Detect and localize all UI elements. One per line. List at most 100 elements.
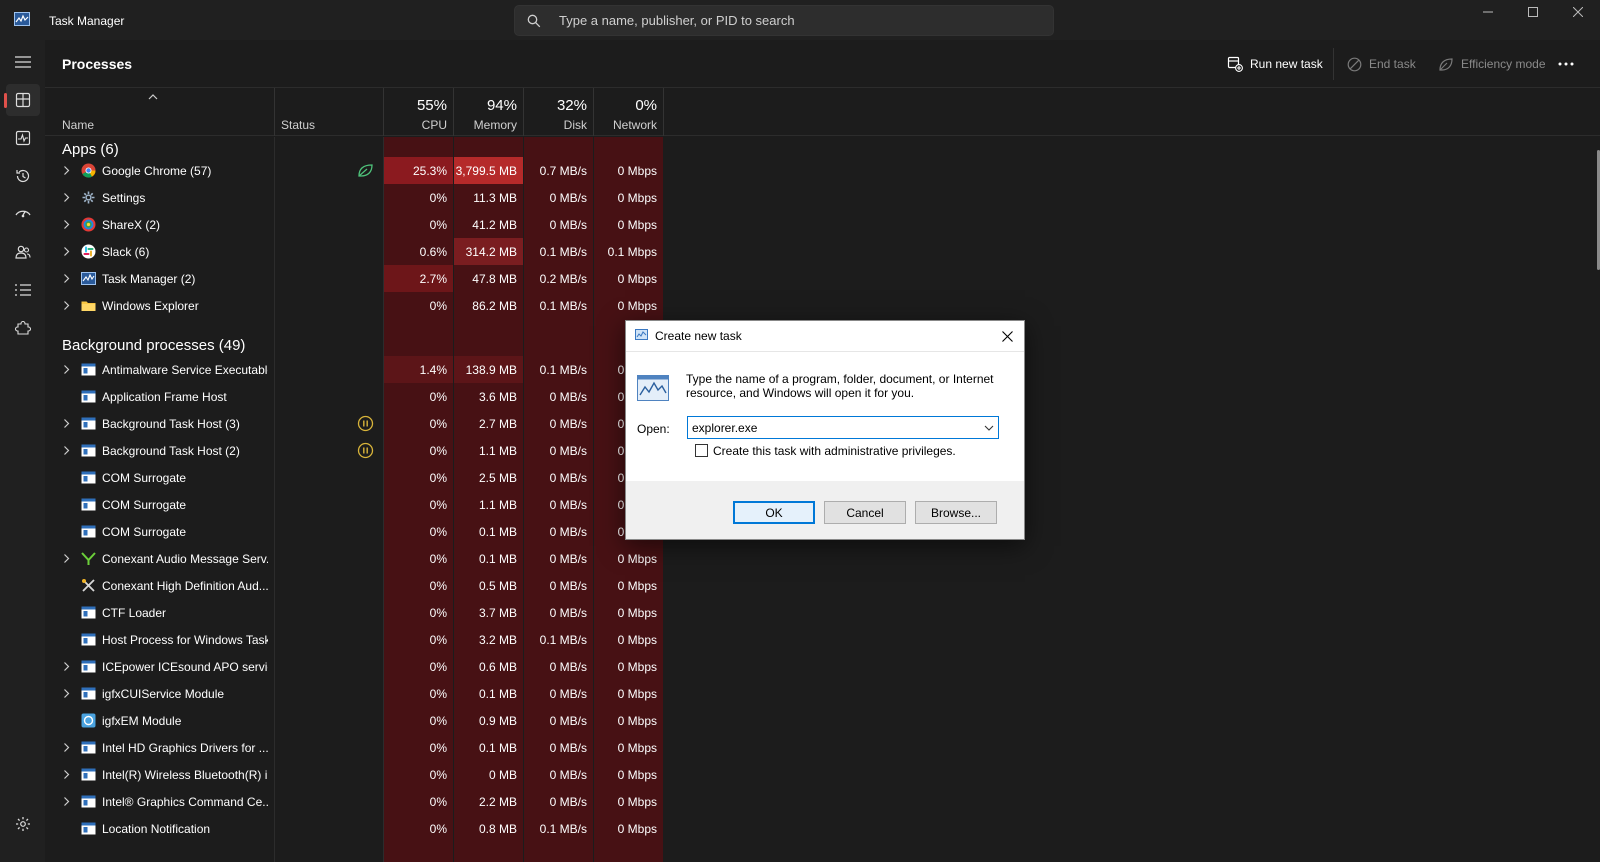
process-row[interactable]: ShareX (2) 0% 41.2 MB 0 MB/s 0 Mbps xyxy=(45,211,662,238)
process-row[interactable]: Conexant High Definition Aud... 0% 0.5 MB 0… xyxy=(45,572,662,599)
column-header-disk[interactable]: 32% Disk xyxy=(524,88,593,136)
cpu-total-percent: 55% xyxy=(416,97,447,114)
open-combobox[interactable] xyxy=(687,416,999,439)
close-button[interactable] xyxy=(1555,2,1600,22)
column-header-memory[interactable]: 94% Memory xyxy=(454,88,523,136)
chevron-right-icon[interactable] xyxy=(62,300,71,311)
chevron-right-icon[interactable] xyxy=(62,192,71,203)
chevron-right-icon[interactable] xyxy=(62,219,71,230)
process-disk: 0.1 MB/s xyxy=(539,633,587,647)
column-header-name[interactable]: Name xyxy=(45,88,274,136)
process-row[interactable]: igfxEM Module 0% 0.9 MB 0 MB/s 0 Mbps xyxy=(45,707,662,734)
process-icon xyxy=(81,417,96,430)
process-row[interactable]: igfxCUIService Module 0% 0.1 MB 0 MB/s 0 Mbp… xyxy=(45,680,662,707)
process-cpu: 25.3% xyxy=(384,157,453,184)
browse-button[interactable]: Browse... xyxy=(915,501,997,524)
chevron-right-icon[interactable] xyxy=(62,769,71,780)
process-network: 0 Mbps xyxy=(617,660,657,674)
process-row[interactable]: Location Notification 0% 0.8 MB 0.1 MB/s 0 M… xyxy=(45,815,662,842)
users-icon xyxy=(15,245,31,259)
process-name: Intel® Graphics Command Ce... xyxy=(102,795,268,809)
process-row[interactable]: Conexant Audio Message Serv... 0% 0.1 MB 0 … xyxy=(45,545,662,572)
nav-details[interactable] xyxy=(6,274,40,306)
chevron-right-icon[interactable] xyxy=(62,742,71,753)
minimize-button[interactable] xyxy=(1465,2,1511,22)
end-task-icon xyxy=(1347,57,1362,71)
column-header-status[interactable]: Status xyxy=(275,88,383,136)
process-name: igfxCUIService Module xyxy=(102,687,225,701)
memory-total-percent: 94% xyxy=(486,97,517,114)
process-row[interactable]: Background Task Host (3) 0% 2.7 MB 0 MB/s 0 … xyxy=(45,410,662,437)
column-header-network[interactable]: 0% Network xyxy=(594,88,663,136)
run-new-task-button[interactable]: Run new task xyxy=(1227,53,1323,75)
process-icon xyxy=(81,822,96,835)
efficiency-mode-button[interactable]: Efficiency mode xyxy=(1438,53,1546,75)
chevron-right-icon[interactable] xyxy=(62,273,71,284)
chevron-right-icon[interactable] xyxy=(62,418,71,429)
process-network: 0.1 Mbps xyxy=(607,245,657,259)
chevron-right-icon[interactable] xyxy=(62,661,71,672)
process-row[interactable]: ICEpower ICEsound APO service 0% 0.6 MB 0 M… xyxy=(45,653,662,680)
admin-privileges-checkbox[interactable] xyxy=(695,444,708,457)
process-disk: 0 MB/s xyxy=(549,579,587,593)
search-input[interactable] xyxy=(559,8,1039,33)
process-cpu: 0% xyxy=(429,741,447,755)
search-box[interactable] xyxy=(514,5,1054,36)
process-name: ShareX (2) xyxy=(102,218,161,232)
column-header-cpu[interactable]: 55% CPU xyxy=(384,88,453,136)
suspended-icon xyxy=(357,415,374,432)
maximize-button[interactable] xyxy=(1510,2,1556,22)
process-row[interactable]: Windows Explorer 0% 86.2 MB 0.1 MB/s 0 Mbps xyxy=(45,292,662,319)
process-row[interactable]: COM Surrogate0%1.1 MB0 MB/s0 Mbps xyxy=(45,491,662,518)
chevron-right-icon[interactable] xyxy=(62,553,71,564)
nav-services[interactable] xyxy=(6,312,40,344)
process-cpu: 0% xyxy=(429,579,447,593)
process-row[interactable]: Settings 0% 11.3 MB 0 MB/s 0 Mbps xyxy=(45,184,662,211)
nav-settings[interactable] xyxy=(6,808,40,840)
app-title: Task Manager xyxy=(49,14,125,28)
process-icon xyxy=(81,498,96,511)
process-row[interactable]: Application Frame Host0%3.6 MB0 MB/s0 Mb… xyxy=(45,383,662,410)
dialog-close-button[interactable] xyxy=(996,325,1018,347)
process-row[interactable]: Intel HD Graphics Drivers for ... 0% 0.1 M… xyxy=(45,734,662,761)
nav-users[interactable] xyxy=(6,236,40,268)
process-memory: 0.1 MB xyxy=(478,525,517,539)
process-row[interactable]: Slack (6) 0.6% 314.2 MB 0.1 MB/s 0.1 Mbps xyxy=(45,238,662,265)
nav-performance[interactable] xyxy=(6,122,40,154)
process-row[interactable]: Background Task Host (2) 0% 1.1 MB 0 MB/s 0 … xyxy=(45,437,662,464)
nav-processes[interactable] xyxy=(4,84,40,116)
chevron-right-icon[interactable] xyxy=(62,445,71,456)
cancel-button[interactable]: Cancel xyxy=(824,501,906,524)
more-options-button[interactable] xyxy=(1558,53,1574,75)
process-disk: 0 MB/s xyxy=(549,390,587,404)
hamburger-menu-button[interactable] xyxy=(6,46,40,78)
process-memory: 11.3 MB xyxy=(473,191,517,205)
chevron-right-icon[interactable] xyxy=(62,796,71,807)
process-row[interactable]: CTF Loader 0% 3.7 MB 0 MB/s 0 Mbps xyxy=(45,599,662,626)
process-row[interactable]: Antimalware Service Executable 1.4% 138.9 … xyxy=(45,356,662,383)
process-row[interactable]: Intel(R) Wireless Bluetooth(R) i... 0% 0 M… xyxy=(45,761,662,788)
process-row[interactable]: Task Manager (2) 2.7% 47.8 MB 0.2 MB/s 0 Mbp… xyxy=(45,265,662,292)
process-name: Background Task Host (3) xyxy=(102,417,240,431)
chevron-right-icon[interactable] xyxy=(62,246,71,257)
chevron-right-icon[interactable] xyxy=(62,364,71,375)
nav-startup-apps[interactable] xyxy=(6,198,40,230)
dialog-footer: OK Cancel Browse... xyxy=(626,481,1024,539)
process-row[interactable]: Google Chrome (57) 25.3% 3,799.5 MB 0.7 MB/… xyxy=(45,157,662,184)
nav-app-history[interactable] xyxy=(6,160,40,192)
process-memory: 2.5 MB xyxy=(478,471,517,485)
conexant-icon xyxy=(81,552,96,565)
open-input[interactable] xyxy=(692,419,972,436)
process-row[interactable]: Host Process for Windows Tasks 0% 3.2 MB 0.… xyxy=(45,626,662,653)
process-row[interactable]: COM Surrogate0%2.5 MB0 MB/s0 Mbps xyxy=(45,464,662,491)
process-memory: 0.1 MB xyxy=(478,741,517,755)
process-row[interactable]: COM Surrogate0%0.1 MB0 MB/s0 Mbps xyxy=(45,518,662,545)
end-task-button[interactable]: End task xyxy=(1347,53,1416,75)
process-row[interactable]: Intel® Graphics Command Ce... 0% 2.2 MB 0 M… xyxy=(45,788,662,815)
chevron-down-icon[interactable] xyxy=(984,423,994,433)
group-header-background: Background processes (49) xyxy=(62,337,246,354)
chevron-right-icon[interactable] xyxy=(62,165,71,176)
chevron-right-icon[interactable] xyxy=(62,688,71,699)
process-memory: 0.1 MB xyxy=(478,552,517,566)
ok-button[interactable]: OK xyxy=(733,501,815,524)
